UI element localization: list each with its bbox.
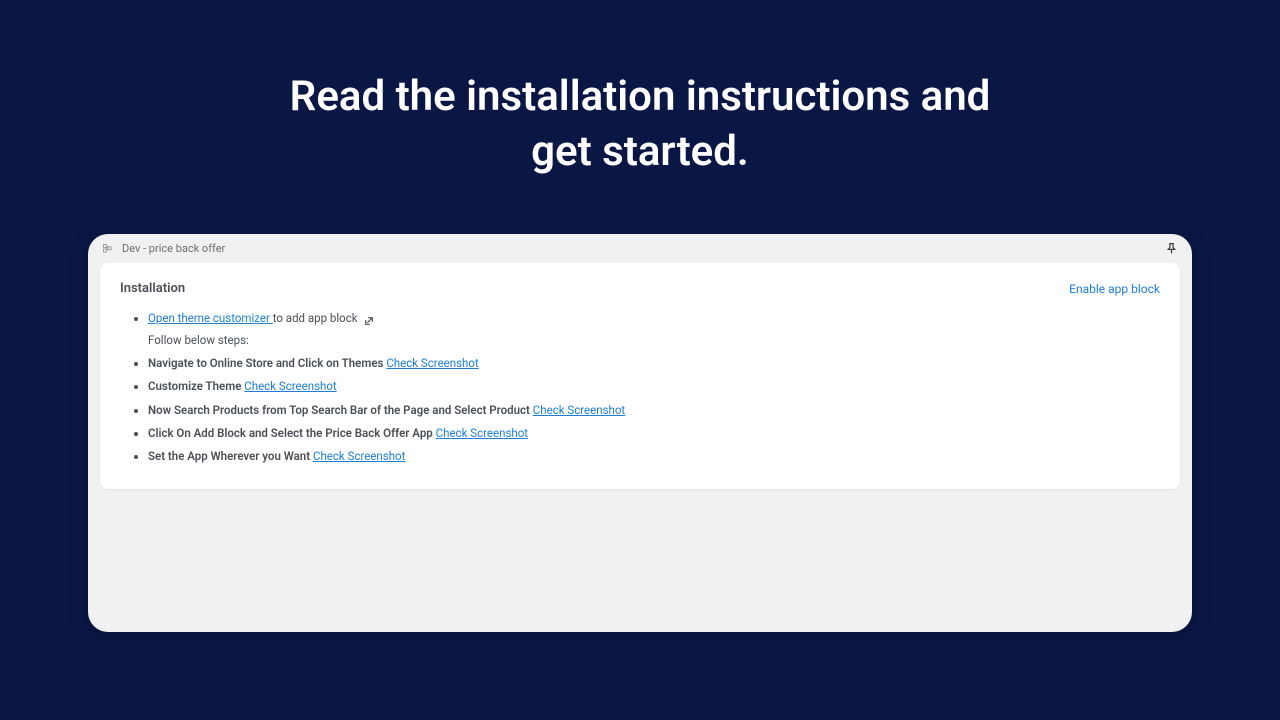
step-search-products: Now Search Products from Top Search Bar … [148,402,1160,418]
pin-icon[interactable] [1165,242,1178,255]
steps-list: Open theme customizer to add app block F… [120,310,1160,464]
step1-suffix: to add app block [273,311,358,325]
open-theme-customizer-link[interactable]: Open theme customizer [148,311,273,325]
external-link-icon [364,314,374,324]
step2-screenshot-link[interactable]: Check Screenshot [386,356,478,370]
step6-screenshot-link[interactable]: Check Screenshot [313,449,405,463]
headline-line1: Read the installation instructions and [290,72,991,121]
step-add-block: Click On Add Block and Select the Price … [148,425,1160,441]
step4-bold: Now Search Products from Top Search Bar … [148,403,530,417]
panel-title: Installation [120,281,185,296]
app-title: Dev - price back offer [122,242,225,255]
headline: Read the installation instructions and g… [0,0,1280,179]
page-icon [102,243,114,255]
step3-bold: Customize Theme [148,379,241,393]
step-set-app: Set the App Wherever you Want Check Scre… [148,448,1160,464]
step3-screenshot-link[interactable]: Check Screenshot [244,379,336,393]
headline-line2: get started. [531,127,749,176]
step-customize-theme: Customize Theme Check Screenshot [148,378,1160,394]
step4-screenshot-link[interactable]: Check Screenshot [533,403,625,417]
step6-bold: Set the App Wherever you Want [148,449,310,463]
step1-substep: Follow below steps: [148,332,1160,348]
panel-header: Installation Enable app block [120,281,1160,296]
step-open-customizer: Open theme customizer to add app block F… [148,310,1160,348]
title-bar: Dev - price back offer [88,234,1192,263]
step2-bold: Navigate to Online Store and Click on Th… [148,356,383,370]
step5-bold: Click On Add Block and Select the Price … [148,426,433,440]
installation-panel: Installation Enable app block Open theme… [100,263,1180,489]
title-bar-left: Dev - price back offer [102,242,225,255]
step-navigate-themes: Navigate to Online Store and Click on Th… [148,355,1160,371]
enable-app-block-link[interactable]: Enable app block [1069,282,1160,296]
app-window: Dev - price back offer Installation Enab… [88,234,1192,632]
step5-screenshot-link[interactable]: Check Screenshot [436,426,528,440]
